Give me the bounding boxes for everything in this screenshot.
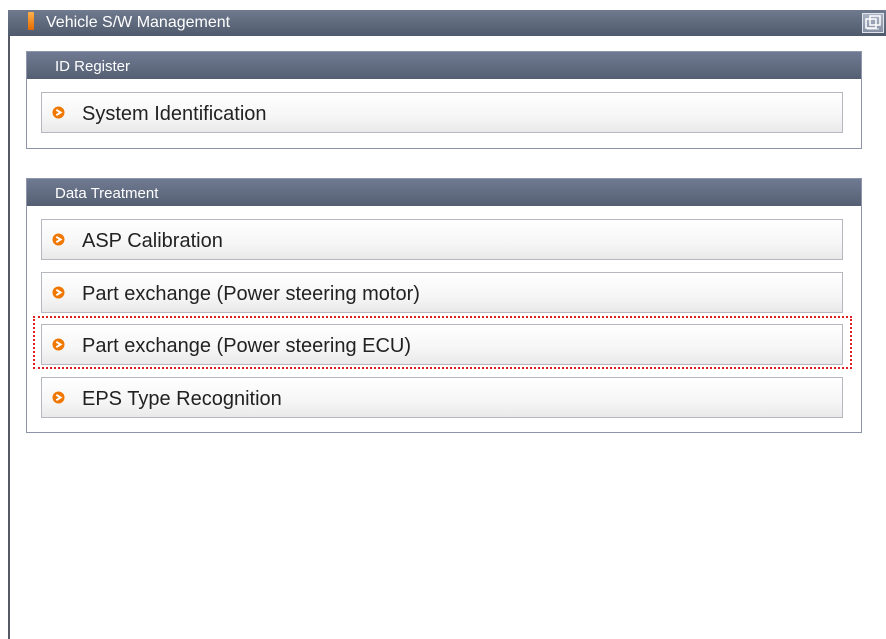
orange-bullet-icon: [52, 391, 65, 404]
id-register-header: ID Register: [27, 52, 861, 79]
orange-bullet-icon: [52, 106, 65, 119]
window-title: Vehicle S/W Management: [46, 14, 231, 31]
menu-item-part-exchange-ecu[interactable]: Part exchange (Power steering ECU): [41, 324, 843, 365]
window-restore-icon[interactable]: [862, 13, 884, 33]
data-treatment-group: Data Treatment ASP Calibration Part exch…: [26, 178, 862, 433]
menu-item-label: EPS Type Recognition: [82, 388, 282, 410]
data-treatment-header: Data Treatment: [27, 179, 861, 206]
menu-item-eps-type-recognition[interactable]: EPS Type Recognition: [41, 377, 843, 418]
orange-bullet-icon: [52, 286, 65, 299]
menu-item-label: Part exchange (Power steering motor): [82, 283, 420, 305]
orange-bullet-icon: [52, 338, 65, 351]
window-left-border: [8, 30, 10, 639]
menu-item-label: ASP Calibration: [82, 230, 223, 252]
orange-bar-icon: [28, 12, 34, 30]
menu-item-system-identification[interactable]: System Identification: [41, 92, 843, 133]
orange-bullet-icon: [52, 233, 65, 246]
vehicle-sw-management-window: Vehicle S/W Management ID Register Syste…: [0, 0, 886, 639]
menu-item-part-exchange-motor[interactable]: Part exchange (Power steering motor): [41, 272, 843, 313]
menu-item-asp-calibration[interactable]: ASP Calibration: [41, 219, 843, 260]
menu-item-label: System Identification: [82, 103, 267, 125]
menu-item-label: Part exchange (Power steering ECU): [82, 335, 412, 357]
id-register-group: ID Register System Identification: [26, 51, 862, 149]
